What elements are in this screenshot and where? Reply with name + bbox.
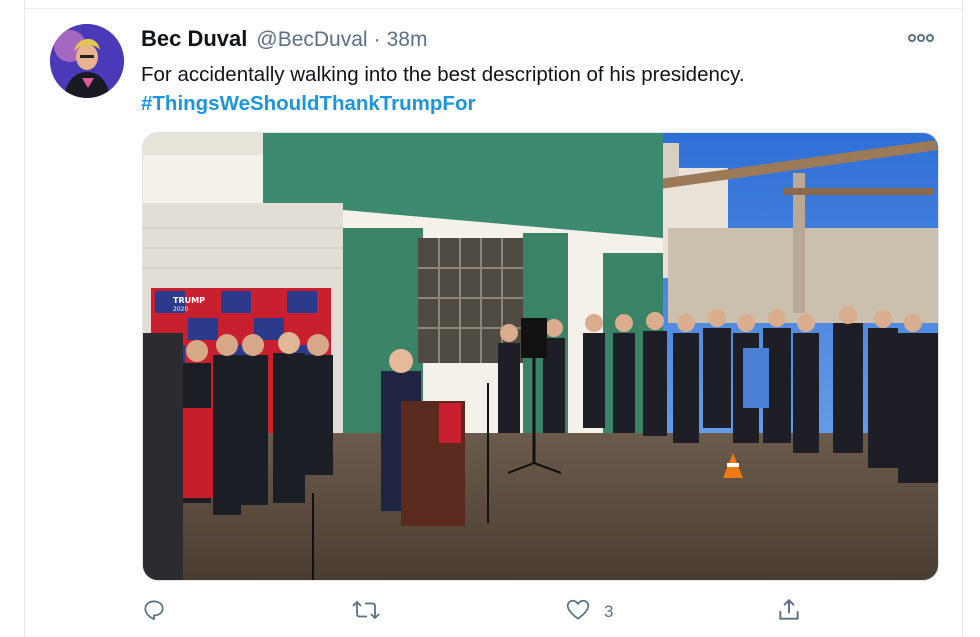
like-button[interactable]: 3	[564, 596, 613, 628]
avatar-illustration	[50, 24, 124, 98]
sign-text: TRUMP	[173, 296, 205, 305]
reply-button[interactable]	[141, 596, 179, 628]
tweet-media-photo[interactable]: TRUMP 2020	[142, 132, 939, 581]
like-heart-icon	[564, 597, 592, 628]
more-horizontal-icon[interactable]	[906, 30, 936, 46]
separator-dot: ·	[373, 28, 381, 51]
user-handle[interactable]: @BecDuval	[256, 28, 367, 52]
tweet-body: For accidentally walking into the best d…	[141, 63, 745, 86]
timestamp[interactable]: 38m	[387, 28, 428, 52]
tweet-actions: 3	[141, 596, 941, 628]
sign-year: 2020	[173, 306, 188, 313]
share-icon	[775, 597, 803, 628]
retweet-icon	[351, 597, 381, 628]
tweet-header: Bec Duval @BecDuval · 38m	[141, 26, 427, 54]
display-name[interactable]: Bec Duval	[141, 26, 247, 52]
avatar[interactable]	[50, 24, 124, 98]
photo-press-conference: TRUMP 2020	[143, 133, 938, 580]
reply-icon	[141, 597, 167, 628]
tweet[interactable]: Bec Duval @BecDuval · 38m For accidental…	[0, 0, 980, 637]
like-count: 3	[604, 602, 614, 621]
tweet-text: For accidentally walking into the best d…	[141, 60, 931, 118]
hashtag-link[interactable]: #ThingsWeShouldThankTrumpFor	[141, 89, 931, 118]
share-button[interactable]	[775, 596, 815, 628]
retweet-button[interactable]	[351, 596, 393, 628]
